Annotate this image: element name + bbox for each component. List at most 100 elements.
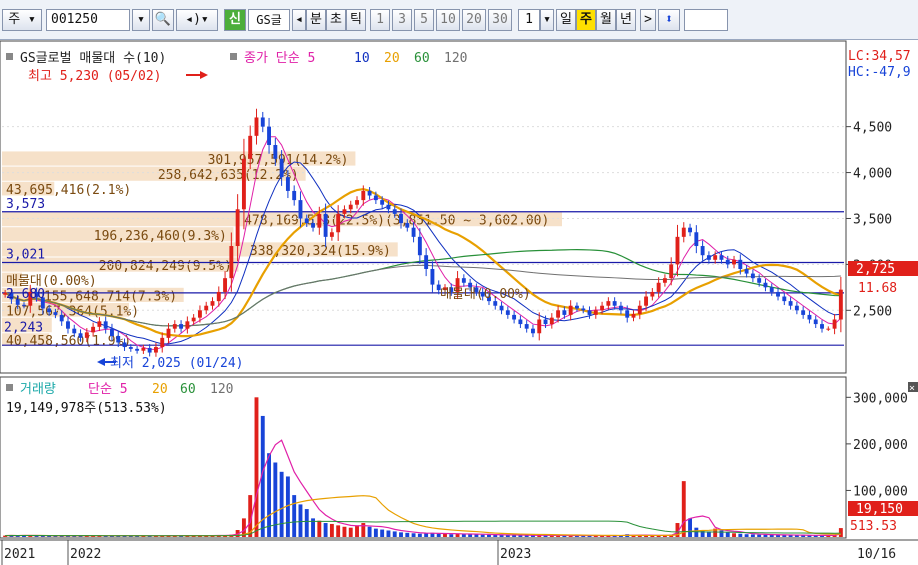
- candle-body: [179, 324, 184, 329]
- period-dropdown-button[interactable]: ▾: [540, 9, 554, 31]
- tick-button[interactable]: 틱: [346, 9, 366, 31]
- interval-10-label: 10: [440, 12, 456, 27]
- interval-3-button[interactable]: 3: [392, 9, 412, 31]
- candle-body: [757, 278, 762, 283]
- vol-tag: 19,150: [856, 502, 903, 517]
- candle-body: [794, 305, 799, 311]
- candle-body: [91, 326, 96, 333]
- candle-body: [518, 319, 523, 325]
- x-tick-label: 2023: [500, 547, 531, 562]
- candle-body: [512, 314, 517, 320]
- candle-body: [229, 246, 234, 279]
- volume-legend: 거래량 단순 5 20 60 120 19,149,978주(513.53%): [6, 382, 233, 416]
- code-input[interactable]: 001250: [46, 9, 130, 31]
- volume-bar: [386, 530, 391, 537]
- interval-20-button[interactable]: 20: [462, 9, 486, 31]
- sound-button[interactable]: ◂)▾: [176, 9, 218, 31]
- candle-body: [675, 236, 680, 265]
- candle-body: [706, 255, 711, 260]
- interval-5-label: 5: [420, 12, 428, 27]
- candle-body: [386, 204, 391, 210]
- candle-body: [216, 291, 221, 302]
- market-select[interactable]: 주 ▾: [2, 9, 42, 31]
- candle-body: [172, 324, 177, 329]
- horizontal-level-label: 3,573: [6, 197, 45, 212]
- volume-profile-label: 155,648,714(7.3%): [44, 289, 177, 304]
- volume-bar: [480, 534, 485, 537]
- candle-body: [600, 305, 605, 311]
- hc-label: HC:-47,9: [848, 65, 911, 80]
- year-button[interactable]: 년: [616, 9, 636, 31]
- search-icon: 🔍: [154, 12, 172, 27]
- price-panel-frame: [0, 40, 847, 374]
- second-button[interactable]: 초: [326, 9, 346, 31]
- volume-bar: [688, 518, 693, 537]
- interval-30-label: 30: [492, 12, 508, 27]
- candle-body: [738, 259, 743, 269]
- volume-legend-ma120: 120: [210, 382, 233, 397]
- y-tick-label: 4,000: [853, 167, 892, 182]
- candle-body: [411, 227, 416, 237]
- volume-bar: [267, 453, 272, 537]
- vol-tick-label: 100,000: [853, 484, 908, 499]
- candle-body: [135, 348, 140, 351]
- candle-body: [392, 209, 397, 214]
- volume-bar: [838, 528, 843, 537]
- volume-profile-label: 258,642,635(12.2%): [158, 168, 299, 183]
- search-button[interactable]: 🔍: [152, 9, 174, 31]
- next-button[interactable]: >: [640, 9, 656, 31]
- low-arrowhead-icon: [97, 358, 105, 366]
- candle-body: [612, 301, 617, 306]
- volume-profile-label: 301,957,591(14.2%): [208, 153, 349, 168]
- interval-10-button[interactable]: 10: [436, 9, 460, 31]
- volume-bar: [336, 525, 341, 537]
- candle-body: [279, 158, 284, 178]
- candle-body: [103, 321, 108, 329]
- volume-bar: [373, 528, 378, 537]
- price-legend: GS글로벌 매물대 수(10) 종가 단순 5 10 20 60 120: [6, 51, 467, 66]
- candle-body: [97, 321, 102, 327]
- candle-body: [750, 273, 755, 279]
- candle-body: [832, 319, 837, 329]
- prev-button[interactable]: ◂: [292, 9, 306, 31]
- candle-body: [128, 347, 133, 349]
- new-button[interactable]: 신: [224, 9, 246, 31]
- candle-body: [110, 328, 114, 337]
- volume-bar: [719, 530, 724, 537]
- candle-body: [59, 314, 64, 322]
- volume-bar: [424, 533, 429, 537]
- high-annotation: 최고 5,230 (05/02): [28, 69, 162, 84]
- candle-body: [625, 310, 630, 318]
- volume-profile-label: 200,824,249(9.5%): [99, 259, 232, 274]
- candle-body: [348, 204, 353, 210]
- volume-bar: [474, 534, 479, 537]
- code-value: 001250: [51, 12, 98, 27]
- volume-bar: [317, 520, 322, 537]
- month-button[interactable]: 월: [596, 9, 616, 31]
- vol-pct-tag: 513.53: [850, 519, 897, 534]
- interval-1-button[interactable]: 1: [370, 9, 390, 31]
- interval-30-button[interactable]: 30: [488, 9, 512, 31]
- y-tick-label: 2,500: [853, 304, 892, 319]
- volume-bar: [744, 534, 749, 537]
- updown-button[interactable]: ⬍: [658, 9, 680, 31]
- candle-body: [336, 213, 341, 233]
- day-button[interactable]: 일: [556, 9, 576, 31]
- week-button[interactable]: 주: [576, 9, 596, 31]
- chart-area[interactable]: 40,458,560(1.9%)107,567,364(5.1%)155,648…: [0, 40, 918, 565]
- candle-body: [241, 158, 246, 210]
- code-dropdown-button[interactable]: ▾: [132, 9, 150, 31]
- volume-current-value: 19,149,978주(513.53%): [6, 401, 167, 416]
- volume-bar: [367, 526, 372, 537]
- extra-input[interactable]: [684, 9, 728, 31]
- period-input[interactable]: 1: [518, 9, 540, 31]
- minute-button[interactable]: 분: [306, 9, 326, 31]
- interval-5-button[interactable]: 5: [414, 9, 434, 31]
- low-annotation: 최저 2,025 (01/24): [110, 356, 244, 371]
- candle-body: [838, 289, 843, 320]
- candle-body: [78, 333, 83, 338]
- candle-body: [292, 190, 297, 201]
- candle-body: [820, 324, 824, 329]
- prev-label: ◂: [295, 12, 303, 27]
- volume-bar: [399, 532, 403, 537]
